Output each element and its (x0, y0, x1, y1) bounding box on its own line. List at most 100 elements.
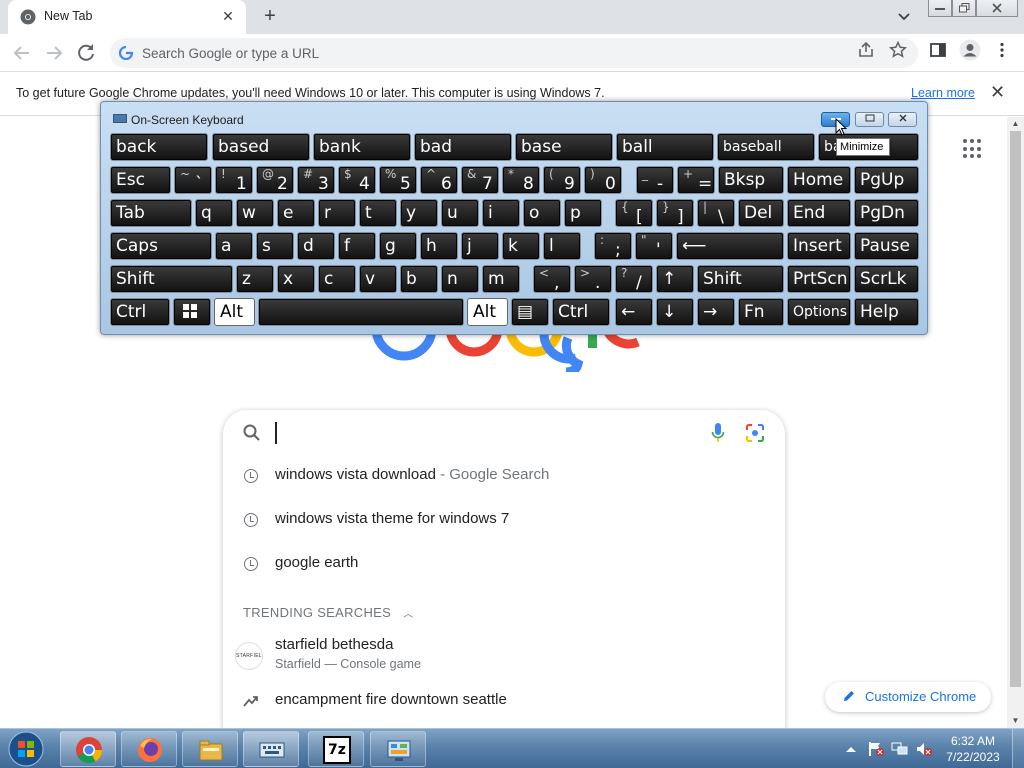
suggestion-item[interactable]: windows vista download - Google Search (223, 454, 785, 498)
key-5[interactable]: % 5 (379, 166, 417, 194)
taskbar-chrome[interactable] (60, 731, 116, 767)
caps-lock-key[interactable]: Caps (110, 232, 212, 260)
action-center-flag-icon[interactable] (867, 741, 885, 757)
scroll-up-arrow-icon[interactable]: ▲ (1007, 117, 1024, 131)
key-minus[interactable]: _ - (636, 166, 674, 194)
prediction-key[interactable]: back (110, 133, 208, 161)
trending-item[interactable]: encampment fire downtown seattle (223, 686, 785, 726)
key-j[interactable]: j (461, 232, 499, 260)
delete-key[interactable]: Del (738, 199, 784, 227)
right-shift-key[interactable]: Shift (697, 265, 784, 293)
key-b[interactable]: b (400, 265, 438, 293)
prtscn-key[interactable]: PrtScn (787, 265, 851, 293)
prediction-key[interactable]: based (212, 133, 310, 161)
key-p[interactable]: p (564, 199, 602, 227)
taskbar-clock[interactable]: 6:32 AM 7/22/2023 (938, 733, 1008, 765)
key-w[interactable]: w (236, 199, 274, 227)
suggestion-item[interactable]: google earth (223, 542, 785, 586)
forward-icon[interactable] (42, 41, 66, 65)
tab-close-button[interactable]: ✕ (218, 6, 238, 26)
right-ctrl-key[interactable]: Ctrl (552, 298, 610, 326)
options-key[interactable]: Options (787, 298, 851, 326)
omnibox[interactable]: Search Google or type a URL (110, 38, 918, 68)
key-u[interactable]: u (441, 199, 479, 227)
prediction-key[interactable]: ball (616, 133, 714, 161)
right-alt-key[interactable]: Alt (467, 298, 508, 326)
page-scrollbar[interactable]: ▲ ▼ (1007, 117, 1024, 728)
scrollbar-thumb[interactable] (1010, 131, 1021, 687)
show-desktop-button[interactable] (1012, 729, 1024, 768)
key-quote[interactable]: " ' (635, 232, 673, 260)
key-g[interactable]: g (379, 232, 417, 260)
help-key[interactable]: Help (854, 298, 919, 326)
key-h[interactable]: h (420, 232, 458, 260)
prediction-key[interactable]: bank (313, 133, 411, 161)
esc-key[interactable]: Esc (110, 166, 171, 194)
key-i[interactable]: i (482, 199, 520, 227)
windows-key[interactable] (173, 298, 211, 326)
key-close-bracket[interactable]: }] (656, 199, 694, 227)
key-l[interactable]: l (543, 232, 581, 260)
key-8[interactable]: * 8 (502, 166, 540, 194)
volume-muted-icon[interactable] (915, 741, 933, 757)
end-key[interactable]: End (787, 199, 851, 227)
down-arrow-key[interactable]: ↓ (656, 298, 694, 326)
key-2[interactable]: @2 (256, 166, 294, 194)
taskbar-firefox[interactable] (121, 731, 177, 767)
key-m[interactable]: m (482, 265, 520, 293)
trending-item[interactable]: STARFIELD starfield bethesda Starfield —… (223, 632, 785, 676)
key-6[interactable]: ^ 6 (420, 166, 458, 194)
key-t[interactable]: t (359, 199, 397, 227)
tab-key[interactable]: Tab (110, 199, 192, 227)
pause-key[interactable]: Pause (854, 232, 919, 260)
prediction-key[interactable]: baseball (717, 133, 815, 161)
home-key[interactable]: Home (787, 166, 851, 194)
key-9[interactable]: (9 (543, 166, 581, 194)
share-icon[interactable] (857, 41, 875, 59)
left-alt-key[interactable]: Alt (214, 298, 255, 326)
key-backtick[interactable]: ~ ` (174, 166, 212, 194)
key-7[interactable]: & 7 (461, 166, 499, 194)
new-tab-button[interactable]: + (258, 4, 282, 28)
fn-key[interactable]: Fn (738, 298, 784, 326)
tab-new-tab[interactable]: New Tab ✕ (8, 0, 246, 34)
key-0[interactable]: ) 0 (584, 166, 622, 194)
window-minimize-button[interactable] (928, 0, 952, 17)
chevron-up-icon[interactable]: ︿ (403, 609, 413, 620)
back-icon[interactable] (10, 41, 34, 65)
osk-maximize-button[interactable] (855, 112, 884, 127)
pgdn-key[interactable]: PgDn (854, 199, 919, 227)
key-backslash[interactable]: | \ (697, 199, 735, 227)
key-f[interactable]: f (338, 232, 376, 260)
menu-kebab-icon[interactable] (993, 41, 1011, 59)
voice-search-icon[interactable] (711, 422, 725, 444)
google-lens-icon[interactable] (745, 423, 765, 443)
network-icon[interactable] (891, 741, 909, 757)
up-arrow-key[interactable]: ↑ (656, 265, 694, 293)
key-c[interactable]: c (318, 265, 356, 293)
context-menu-key[interactable]: ▤ (511, 298, 549, 326)
key-s[interactable]: s (256, 232, 294, 260)
suggestion-item[interactable]: windows vista theme for windows 7 (223, 498, 785, 542)
key-q[interactable]: q (195, 199, 233, 227)
key-o[interactable]: o (523, 199, 561, 227)
key-period[interactable]: >. (574, 265, 612, 293)
key-n[interactable]: n (441, 265, 479, 293)
bookmark-star-icon[interactable] (889, 41, 907, 59)
left-ctrl-key[interactable]: Ctrl (110, 298, 170, 326)
key-semicolon[interactable]: :; (594, 232, 632, 260)
taskbar-explorer[interactable] (182, 731, 238, 767)
space-key[interactable] (258, 298, 464, 326)
reload-icon[interactable] (74, 41, 98, 65)
taskbar-on-screen-keyboard[interactable] (243, 731, 299, 767)
key-slash[interactable]: ? / (615, 265, 653, 293)
key-comma[interactable]: <, (533, 265, 571, 293)
osk-close-button[interactable] (888, 112, 917, 127)
right-arrow-key[interactable]: → (697, 298, 735, 326)
taskbar-7zip[interactable]: 7z (308, 731, 364, 767)
taskbar-control-panel[interactable] (370, 731, 426, 767)
key-a[interactable]: a (215, 232, 253, 260)
window-close-button[interactable] (976, 0, 1018, 17)
scroll-down-arrow-icon[interactable]: ▼ (1007, 714, 1024, 728)
key-x[interactable]: x (277, 265, 315, 293)
